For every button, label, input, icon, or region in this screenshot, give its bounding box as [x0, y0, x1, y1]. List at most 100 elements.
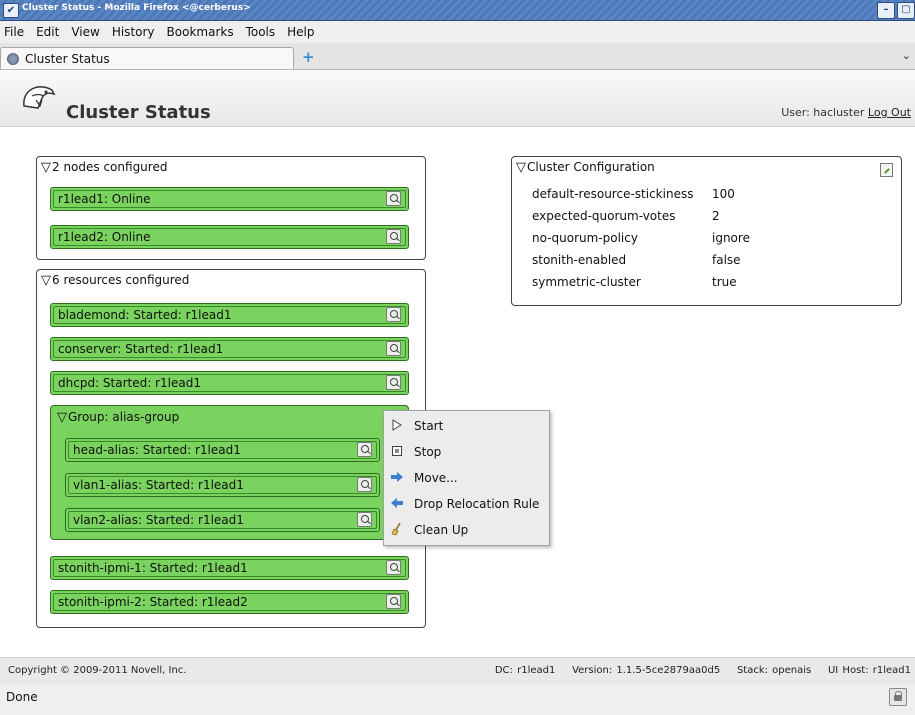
- nodes-panel-header[interactable]: ▽2 nodes configured: [37, 157, 425, 177]
- window-menu-icon[interactable]: ✔: [3, 3, 19, 18]
- tab-list-icon[interactable]: ⌄: [902, 49, 911, 62]
- window-titlebar[interactable]: ✔ Cluster Status - Mozilla Firefox <@cer…: [0, 0, 915, 21]
- config-panel-header[interactable]: ▽Cluster Configuration: [512, 157, 901, 177]
- footer-info: DC: r1lead1 Version: 1.1.5-5ce2879aa0d5 …: [495, 665, 911, 676]
- resource-row[interactable]: vlan1-alias: Started: r1lead1: [65, 473, 380, 497]
- config-value: 2: [712, 209, 720, 223]
- resource-group[interactable]: ▽Group: alias-group head-alias: Started:…: [50, 405, 409, 540]
- resource-label: vlan1-alias: Started: r1lead1: [73, 478, 244, 492]
- logout-link[interactable]: Log Out: [868, 106, 911, 119]
- magnifier-icon[interactable]: [386, 341, 401, 356]
- status-text: Done: [6, 690, 38, 704]
- resource-label: conserver: Started: r1lead1: [58, 342, 224, 356]
- menu-tools[interactable]: Tools: [246, 25, 276, 39]
- copyright-text: Copyright © 2009-2011 Novell, Inc.: [8, 665, 187, 676]
- node-row[interactable]: r1lead1: Online: [50, 187, 409, 211]
- menu-view[interactable]: View: [71, 25, 99, 39]
- security-lock-icon[interactable]: [889, 688, 907, 706]
- new-tab-icon[interactable]: +: [302, 48, 315, 66]
- resource-row[interactable]: head-alias: Started: r1lead1: [65, 438, 380, 462]
- config-row: no-quorum-policy ignore: [532, 227, 750, 249]
- config-key: symmetric-cluster: [532, 275, 641, 289]
- group-header[interactable]: ▽Group: alias-group: [57, 408, 179, 426]
- resource-row[interactable]: stonith-ipmi-2: Started: r1lead2: [50, 590, 409, 614]
- menu-item-stop[interactable]: Stop: [384, 439, 549, 465]
- menu-item-clean-up[interactable]: Clean Up: [384, 517, 549, 543]
- config-row: expected-quorum-votes 2: [532, 205, 750, 227]
- play-icon: [388, 418, 406, 434]
- tab-label: Cluster Status: [25, 51, 110, 66]
- resources-panel: ▽6 resources configured blademond: Start…: [36, 269, 426, 628]
- resource-label: vlan2-alias: Started: r1lead1: [73, 513, 244, 527]
- magnifier-icon[interactable]: [357, 442, 372, 457]
- menu-edit[interactable]: Edit: [36, 25, 59, 39]
- arrow-right-icon: [388, 471, 406, 486]
- config-value: true: [712, 275, 737, 289]
- resource-row[interactable]: conserver: Started: r1lead1: [50, 337, 409, 361]
- config-value: ignore: [712, 231, 750, 245]
- resource-row[interactable]: vlan2-alias: Started: r1lead1: [65, 508, 380, 532]
- resource-row[interactable]: stonith-ipmi-1: Started: r1lead1: [50, 556, 409, 580]
- magnifier-icon[interactable]: [386, 375, 401, 390]
- menu-item-drop-relocation-rule[interactable]: Drop Relocation Rule: [384, 491, 549, 517]
- menu-item-start[interactable]: Start: [384, 413, 549, 439]
- magnifier-icon[interactable]: [386, 307, 401, 322]
- magnifier-icon[interactable]: [386, 594, 401, 609]
- resources-panel-header[interactable]: ▽6 resources configured: [37, 270, 425, 290]
- collapse-triangle-icon[interactable]: ▽: [41, 161, 51, 174]
- config-row: symmetric-cluster true: [532, 271, 750, 293]
- config-table: default-resource-stickiness 100 expected-…: [532, 183, 750, 293]
- maximize-icon[interactable]: ▢: [897, 2, 915, 19]
- page-favicon-icon: [7, 52, 19, 65]
- resource-row[interactable]: dhcpd: Started: r1lead1: [50, 371, 409, 395]
- context-menu: Start Stop Move... Drop Relocation Rule …: [383, 410, 550, 546]
- collapse-triangle-icon[interactable]: ▽: [516, 161, 526, 174]
- resource-label: head-alias: Started: r1lead1: [73, 443, 241, 457]
- tab-cluster-status[interactable]: Cluster Status: [0, 47, 294, 69]
- edit-icon[interactable]: [880, 163, 893, 177]
- node-label: r1lead1: Online: [58, 192, 151, 206]
- config-value: 100: [712, 187, 735, 201]
- node-row[interactable]: r1lead2: Online: [50, 225, 409, 249]
- arrow-left-icon: [388, 497, 406, 512]
- menu-bookmarks[interactable]: Bookmarks: [167, 25, 234, 39]
- collapse-triangle-icon[interactable]: ▽: [41, 274, 51, 287]
- config-value: false: [712, 253, 741, 267]
- stack-info: Stack: openais: [736, 665, 812, 676]
- page-title: Cluster Status: [66, 102, 211, 123]
- menu-file[interactable]: File: [4, 25, 24, 39]
- magnifier-icon[interactable]: [357, 512, 372, 527]
- magnifier-icon[interactable]: [357, 477, 372, 492]
- magnifier-icon[interactable]: [386, 229, 401, 244]
- minimize-icon[interactable]: –: [877, 2, 895, 19]
- app-header: Cluster Status User: hacluster Log Out: [0, 70, 915, 127]
- window-title: Cluster Status - Mozilla Firefox <@cerbe…: [22, 3, 251, 13]
- user-label: User: hacluster: [781, 106, 865, 119]
- nodes-panel: ▽2 nodes configured r1lead1: Online r1le…: [36, 156, 426, 260]
- stop-icon: [388, 445, 406, 460]
- version-info: Version: 1.1.5-5ce2879aa0d5: [572, 665, 721, 676]
- page-footer: Copyright © 2009-2011 Novell, Inc. DC: r…: [0, 657, 915, 685]
- resource-label: stonith-ipmi-2: Started: r1lead2: [58, 595, 248, 609]
- resource-label: stonith-ipmi-1: Started: r1lead1: [58, 561, 248, 575]
- lizard-logo-icon: [18, 80, 58, 115]
- menu-item-move[interactable]: Move...: [384, 465, 549, 491]
- config-key: expected-quorum-votes: [532, 209, 676, 223]
- magnifier-icon[interactable]: [386, 191, 401, 206]
- menu-help[interactable]: Help: [287, 25, 314, 39]
- browser-status-bar: Done: [0, 684, 915, 715]
- node-label: r1lead2: Online: [58, 230, 151, 244]
- config-key: default-resource-stickiness: [532, 187, 694, 201]
- dc-info: DC: r1lead1: [494, 665, 556, 676]
- config-row: stonith-enabled false: [532, 249, 750, 271]
- menu-history[interactable]: History: [112, 25, 155, 39]
- menu-bar: File Edit View History Bookmarks Tools H…: [0, 21, 915, 43]
- broom-icon: [388, 522, 406, 539]
- collapse-triangle-icon[interactable]: ▽: [57, 411, 67, 424]
- resource-label: blademond: Started: r1lead1: [58, 308, 232, 322]
- resource-row[interactable]: blademond: Started: r1lead1: [50, 303, 409, 327]
- resource-label: dhcpd: Started: r1lead1: [58, 376, 201, 390]
- magnifier-icon[interactable]: [386, 560, 401, 575]
- config-key: stonith-enabled: [532, 253, 627, 267]
- config-key: no-quorum-policy: [532, 231, 638, 245]
